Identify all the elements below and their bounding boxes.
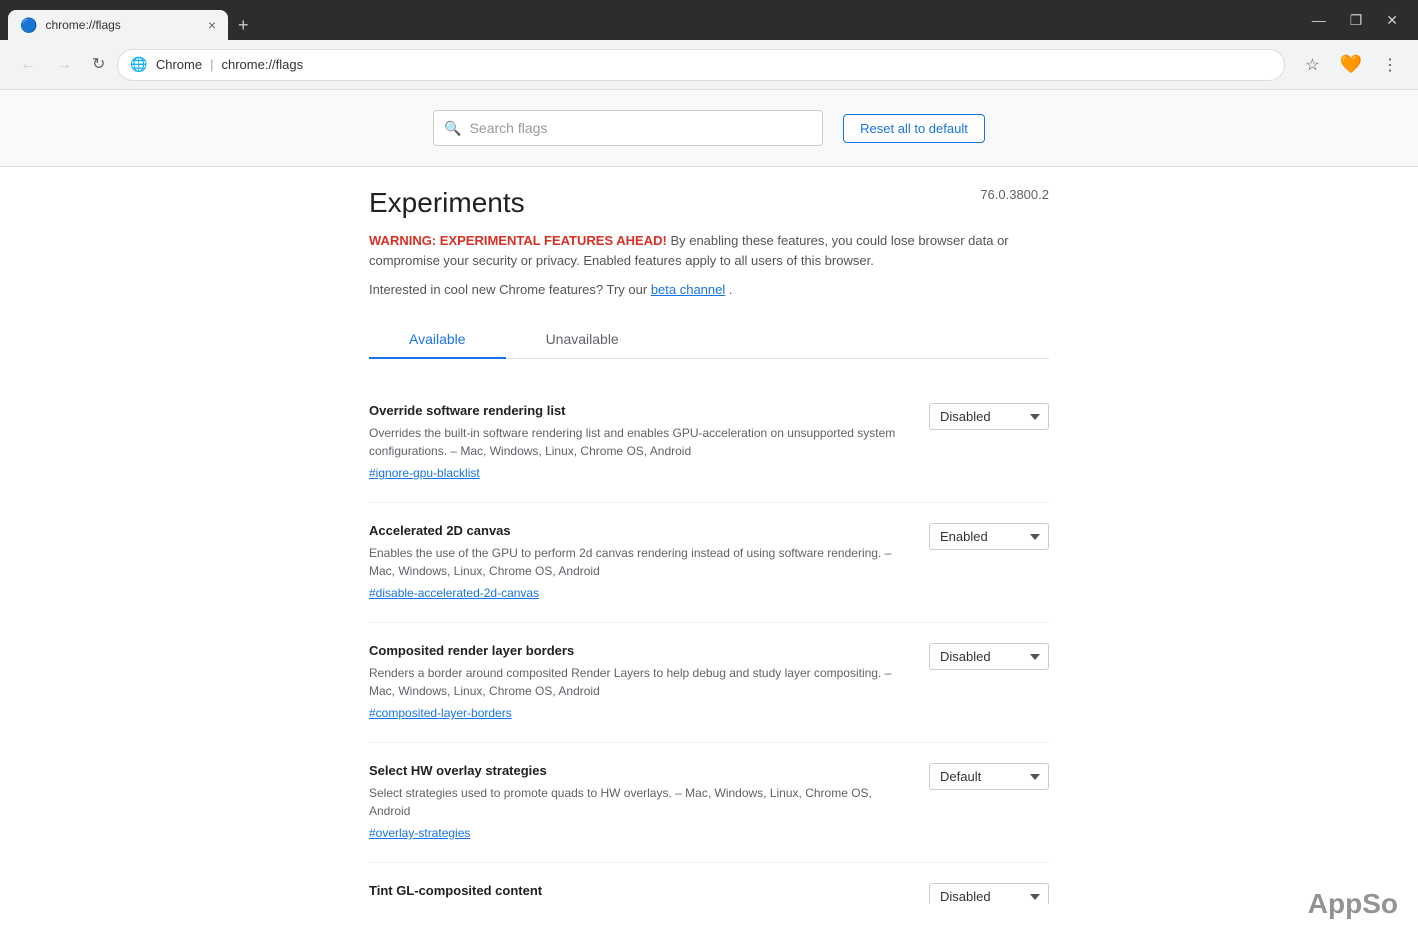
flags-list: Override software rendering list Override… [369,383,1049,904]
flag-info: Tint GL-composited contentTint contents … [369,883,909,904]
forward-button[interactable]: → [48,51,80,79]
tab-title: chrome://flags [45,18,120,32]
beta-channel-text: Interested in cool new Chrome features? … [369,282,1049,297]
flag-link[interactable]: #ignore-gpu-blacklist [369,466,480,480]
browser-tab[interactable]: 🔵 chrome://flags × [8,10,228,40]
search-icon: 🔍 [444,120,461,137]
flag-control: DefaultEnabledDisabled [929,643,1049,670]
flag-desc: Overrides the built-in software renderin… [369,424,909,460]
page-content: 🔍 Search flags Reset all to default Expe… [0,90,1418,904]
address-bar: 🌐 Chrome | chrome://flags [117,49,1285,81]
warning-text: WARNING: EXPERIMENTAL FEATURES AHEAD! By… [369,231,1049,270]
flag-item: Accelerated 2D canvas Enables the use of … [369,503,1049,623]
page-title: Experiments [369,187,525,219]
flag-info: Composited render layer borders Renders a… [369,643,909,722]
title-bar: 🔵 chrome://flags × + — ❐ ✕ [0,0,1418,40]
flag-select[interactable]: DefaultEnabledDisabled [929,883,1049,904]
flag-select[interactable]: DefaultEnabledDisabled [929,643,1049,670]
beta-intro: Interested in cool new Chrome features? … [369,282,651,297]
experiments-header: Experiments 76.0.3800.2 [369,187,1049,219]
flag-name: Tint GL-composited content [369,883,909,898]
flag-name: Composited render layer borders [369,643,909,658]
search-placeholder: Search flags [470,120,548,136]
flag-select[interactable]: DefaultEnabledDisabled [929,403,1049,430]
flag-control: DefaultEnabledDisabled [929,523,1049,550]
refresh-button[interactable]: ↻ [84,51,113,79]
new-tab-button[interactable]: + [228,10,259,40]
beta-channel-link[interactable]: beta channel [651,282,725,297]
address-url[interactable]: chrome://flags [221,57,303,72]
reset-all-button[interactable]: Reset all to default [843,114,985,143]
flag-desc: Enables the use of the GPU to perform 2d… [369,544,909,580]
flag-desc: Renders a border around composited Rende… [369,664,909,700]
main-content: Experiments 76.0.3800.2 WARNING: EXPERIM… [369,167,1049,904]
flag-item: Override software rendering list Override… [369,383,1049,503]
flag-select[interactable]: DefaultEnabledDisabled [929,763,1049,790]
flag-link[interactable]: #overlay-strategies [369,826,470,840]
menu-button[interactable]: ⋮ [1374,49,1406,81]
tab-unavailable[interactable]: Unavailable [506,321,659,359]
flag-info: Select HW overlay strategies Select strat… [369,763,909,842]
search-box[interactable]: 🔍 Search flags [433,110,823,146]
window-controls: — ❐ ✕ [1304,9,1406,31]
watermark: AppSo [1308,888,1398,904]
maximize-button[interactable]: ❐ [1342,9,1371,31]
flag-link[interactable]: #composited-layer-borders [369,706,512,720]
address-label: Chrome [156,57,202,72]
close-window-button[interactable]: ✕ [1378,9,1406,31]
flag-control: DefaultEnabledDisabled [929,763,1049,790]
flag-info: Override software rendering list Override… [369,403,909,482]
flag-select[interactable]: DefaultEnabledDisabled [929,523,1049,550]
flag-name: Accelerated 2D canvas [369,523,909,538]
tabs-container: Available Unavailable [369,321,1049,359]
tab-available[interactable]: Available [369,321,506,359]
flag-name: Select HW overlay strategies [369,763,909,778]
flag-info: Accelerated 2D canvas Enables the use of … [369,523,909,602]
flag-item: Composited render layer borders Renders a… [369,623,1049,743]
nav-right-controls: ☆ 🧡 ⋮ [1297,48,1406,81]
bookmark-button[interactable]: ☆ [1297,49,1327,81]
top-search-bar: 🔍 Search flags Reset all to default [0,90,1418,167]
address-separator: | [210,57,213,72]
flag-control: DefaultEnabledDisabled [929,403,1049,430]
flag-item: Tint GL-composited contentTint contents … [369,863,1049,904]
version-text: 76.0.3800.2 [980,187,1049,202]
tab-icon: 🔵 [20,17,37,34]
flag-name: Override software rendering list [369,403,909,418]
minimize-button[interactable]: — [1304,9,1334,31]
nav-bar: ← → ↻ 🌐 Chrome | chrome://flags ☆ 🧡 ⋮ [0,40,1418,90]
flag-link[interactable]: #disable-accelerated-2d-canvas [369,586,539,600]
flag-control: DefaultEnabledDisabled [929,883,1049,904]
profile-button[interactable]: 🧡 [1332,48,1370,81]
flag-desc: Select strategies used to promote quads … [369,784,909,820]
flag-item: Select HW overlay strategies Select strat… [369,743,1049,863]
globe-icon: 🌐 [130,56,147,73]
warning-highlight: WARNING: EXPERIMENTAL FEATURES AHEAD! [369,233,667,248]
back-button[interactable]: ← [12,51,44,79]
beta-period: . [729,282,733,297]
close-tab-icon[interactable]: × [208,17,216,33]
